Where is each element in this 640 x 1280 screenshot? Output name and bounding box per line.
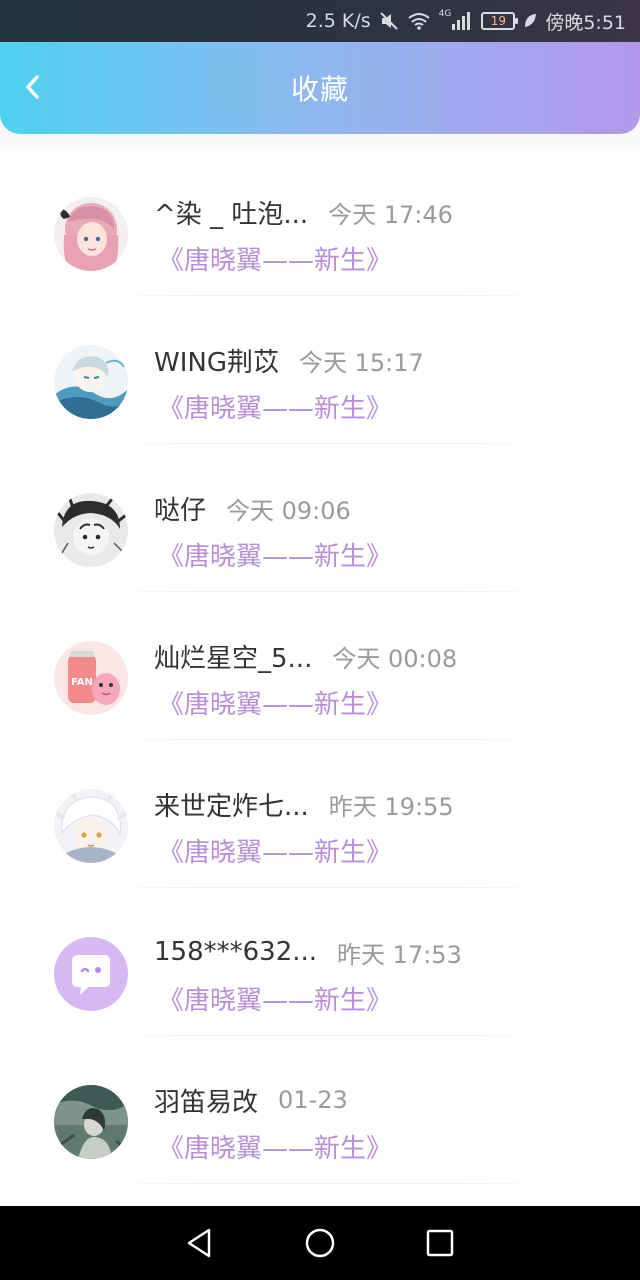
nav-back-button[interactable]	[180, 1223, 220, 1263]
list-item[interactable]: 哒仔 今天 09:06 《唐晓翼——新生》	[0, 444, 640, 592]
list-item[interactable]: WING荆苡 今天 15:17 《唐晓翼——新生》	[0, 296, 640, 444]
leaf-icon	[523, 13, 537, 29]
battery-level: 19	[490, 14, 506, 28]
item-work-title: 《唐晓翼——新生》	[158, 986, 393, 1016]
signal-icon: 4G	[438, 9, 474, 30]
clock: 傍晚5:51	[545, 11, 626, 34]
item-header: ^染 _ 吐泡... 今天 17:46	[154, 192, 453, 232]
fanta-can-avatar: FAN	[54, 641, 128, 715]
list-item[interactable]: FAN 灿烂星空_5... 今天 00:08 《唐晓翼——新生》	[0, 592, 640, 740]
list-item[interactable]: ^染 _ 吐泡... 今天 17:46 《唐晓翼——新生》	[0, 148, 640, 296]
mute-icon	[379, 11, 399, 31]
item-header: WING荆苡 今天 15:17	[154, 340, 424, 380]
page-title: 收藏	[290, 73, 349, 106]
item-work-title: 《唐晓翼——新生》	[158, 1134, 393, 1164]
pink-hair-avatar	[54, 197, 128, 271]
battery-icon: 19	[481, 12, 519, 30]
white-hair-avatar	[54, 789, 128, 863]
item-name: 158***632...	[154, 937, 318, 967]
list-item[interactable]: 羽笛易改 01-23 《唐晓翼——新生》	[0, 1036, 640, 1184]
item-work-title: 《唐晓翼——新生》	[158, 838, 393, 868]
item-header: 羽笛易改 01-23	[154, 1080, 348, 1120]
item-header: 哒仔 今天 09:06	[154, 488, 351, 528]
back-button[interactable]	[18, 72, 48, 102]
item-work-title: 《唐晓翼——新生》	[158, 246, 393, 276]
item-time: 今天 15:17	[298, 348, 424, 377]
item-work-title: 《唐晓翼——新生》	[158, 690, 393, 720]
item-time: 昨天 17:53	[337, 940, 462, 969]
triangle-back-icon	[187, 1228, 211, 1258]
sketch-boy-avatar	[54, 493, 128, 567]
list-item[interactable]: 来世定炸七... 昨天 19:55 《唐晓翼——新生》	[0, 740, 640, 888]
item-header: 158***632... 昨天 17:53	[154, 932, 462, 972]
network-speed: 2.5 K/s	[305, 10, 371, 32]
item-header: 灿烂星空_5... 今天 00:08	[154, 636, 457, 676]
circle-home-icon	[305, 1228, 335, 1258]
item-name: WING荆苡	[154, 347, 279, 378]
nav-home-button[interactable]	[300, 1223, 340, 1263]
favorites-list: ^染 _ 吐泡... 今天 17:46 《唐晓翼——新生》 WING荆苡 今天 …	[0, 148, 640, 1206]
header-bar: 收藏	[0, 42, 640, 134]
wifi-icon	[407, 12, 431, 30]
blue-ink-avatar	[54, 345, 128, 419]
item-time: 今天 00:08	[332, 644, 458, 673]
item-name: 灿烂星空_5...	[154, 643, 313, 674]
chevron-left-icon	[26, 75, 39, 99]
item-time: 昨天 19:55	[328, 792, 454, 821]
item-work-title: 《唐晓翼——新生》	[158, 542, 393, 572]
status-bar: 2.5 K/s 4G 19 傍晚5:51	[0, 0, 640, 42]
item-name: 羽笛易改	[154, 1087, 259, 1118]
item-work-title: 《唐晓翼——新生》	[158, 394, 393, 424]
default-chat-avatar	[54, 937, 128, 1011]
item-time: 今天 17:46	[328, 200, 453, 229]
item-time: 今天 09:06	[226, 496, 351, 525]
network-type: 4G	[438, 9, 452, 19]
screen: 2.5 K/s 4G 19 傍晚5:51 收藏 ^染 _ 吐泡... 今天 17…	[0, 0, 640, 1280]
divider	[108, 1183, 548, 1184]
svg-text:FAN: FAN	[71, 677, 93, 688]
item-header: 来世定炸七... 昨天 19:55	[154, 784, 454, 824]
square-recents-icon	[426, 1229, 454, 1257]
nav-recents-button[interactable]	[420, 1223, 460, 1263]
item-name: ^染 _ 吐泡...	[154, 199, 309, 230]
item-name: 哒仔	[154, 495, 207, 526]
item-name: 来世定炸七...	[154, 791, 309, 822]
system-nav-bar	[0, 1206, 640, 1280]
list-item[interactable]: 158***632... 昨天 17:53 《唐晓翼——新生》	[0, 888, 640, 1036]
item-time: 01-23	[278, 1086, 348, 1114]
forest-girl-avatar	[54, 1085, 128, 1159]
